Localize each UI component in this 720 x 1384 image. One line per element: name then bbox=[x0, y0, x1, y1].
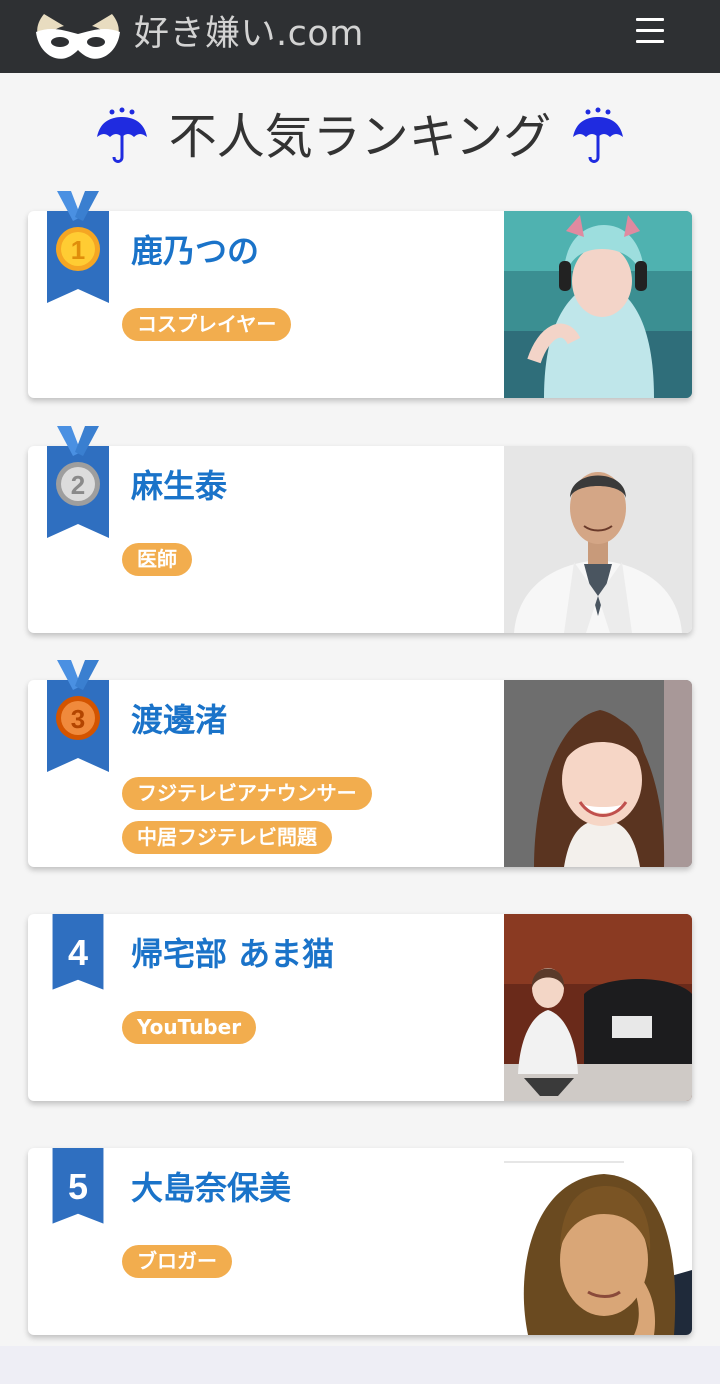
site-name[interactable]: 好き嫌い.com bbox=[134, 10, 364, 58]
page-heading: 不人気ランキング bbox=[0, 103, 720, 173]
umbrella-rain-icon bbox=[573, 107, 624, 163]
ranking-card[interactable]: 2 麻生泰 医師 bbox=[28, 426, 692, 633]
tag-badge[interactable]: ブロガー bbox=[122, 1245, 232, 1278]
person-photo[interactable] bbox=[504, 1148, 692, 1335]
tag-badge[interactable]: YouTuber bbox=[122, 1011, 257, 1044]
mask-logo-icon[interactable] bbox=[30, 4, 126, 66]
hamburger-menu-icon[interactable] bbox=[630, 14, 672, 50]
bronze-medal-icon: 3 bbox=[47, 660, 109, 772]
person-photo[interactable] bbox=[504, 211, 692, 398]
person-name[interactable]: 大島奈保美 bbox=[131, 1166, 291, 1210]
person-photo[interactable] bbox=[504, 680, 692, 867]
ranking-card[interactable]: 1 鹿乃つの コスプレイヤー bbox=[28, 191, 692, 398]
tag-badge[interactable]: フジテレビアナウンサー bbox=[122, 777, 372, 810]
page-title: 不人気ランキング bbox=[168, 109, 552, 165]
svg-text:2: 2 bbox=[71, 470, 85, 500]
person-name[interactable]: 渡邊渚 bbox=[131, 698, 227, 742]
svg-text:3: 3 bbox=[71, 704, 85, 734]
person-photo[interactable] bbox=[504, 446, 692, 633]
tag-badge[interactable]: 医師 bbox=[122, 543, 192, 576]
tag-badge[interactable]: コスプレイヤー bbox=[122, 308, 292, 341]
svg-text:1: 1 bbox=[71, 235, 85, 265]
person-photo[interactable] bbox=[504, 914, 692, 1101]
gold-medal-icon: 1 bbox=[47, 191, 109, 303]
person-name[interactable]: 麻生泰 bbox=[131, 464, 227, 508]
rank-number: 5 bbox=[67, 1166, 89, 1207]
ranking-card[interactable]: 5 大島奈保美 ブロガー bbox=[28, 1148, 692, 1335]
silver-medal-icon: 2 bbox=[47, 426, 109, 538]
ranking-card[interactable]: 4 帰宅部 あま猫 YouTuber bbox=[28, 914, 692, 1101]
tag-badge[interactable]: 中居フジテレビ問題 bbox=[122, 821, 332, 854]
rank-number: 4 bbox=[67, 932, 89, 973]
main-content: 不人気ランキング 1 鹿乃つの コスプレイヤー 2 麻生泰 医師 3 渡邊渚 フ… bbox=[0, 73, 720, 1346]
person-name[interactable]: 帰宅部 あま猫 bbox=[131, 932, 334, 976]
umbrella-rain-icon bbox=[96, 107, 147, 163]
person-name[interactable]: 鹿乃つの bbox=[131, 229, 259, 273]
ranking-card[interactable]: 3 渡邊渚 フジテレビアナウンサー 中居フジテレビ問題 bbox=[28, 660, 692, 867]
site-header: 好き嫌い.com bbox=[0, 0, 720, 73]
